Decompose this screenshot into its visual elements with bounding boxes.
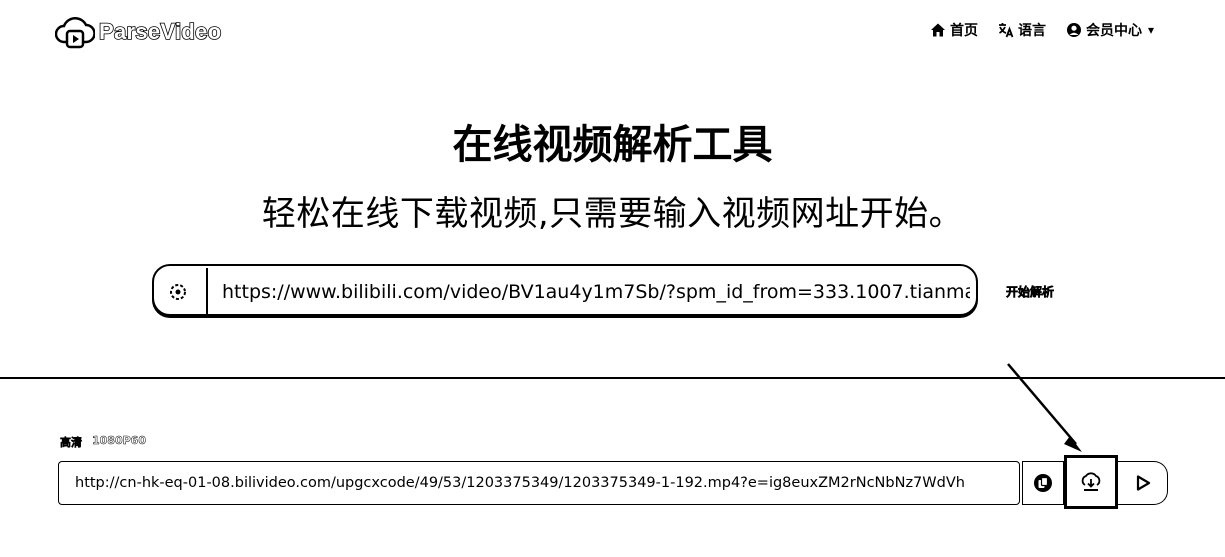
search-divider xyxy=(206,268,208,314)
nav-home[interactable]: 首页 xyxy=(930,20,978,40)
nav-language[interactable]: 语言 xyxy=(998,20,1046,40)
parse-button[interactable]: 开始解析 xyxy=(980,266,1080,316)
quality-info: 高清 1080P60 xyxy=(60,434,147,450)
brand-name: ParseVideo xyxy=(98,18,222,45)
paste-button[interactable] xyxy=(162,278,194,306)
download-button[interactable] xyxy=(1064,455,1118,509)
resolution-label: 1080P60 xyxy=(92,434,147,448)
brand-logo[interactable]: ParseVideo xyxy=(55,12,222,52)
copy-icon xyxy=(1034,474,1052,492)
download-icon xyxy=(1081,472,1101,491)
clipboard-paste-icon xyxy=(170,284,186,300)
nav-member-center-label: 会员中心 xyxy=(1086,23,1142,39)
copy-button[interactable] xyxy=(1022,461,1064,505)
nav-member-center[interactable]: 会员中心 ▾ xyxy=(1066,20,1154,40)
nav-home-label: 首页 xyxy=(950,23,978,39)
user-icon xyxy=(1067,23,1081,37)
annotation-arrow xyxy=(1007,363,1082,452)
chevron-down-icon: ▾ xyxy=(1148,23,1155,37)
translate-icon xyxy=(999,23,1014,38)
video-url-input[interactable] xyxy=(222,272,970,312)
page-title: 在线视频解析工具 xyxy=(452,122,773,168)
result-url-field[interactable] xyxy=(75,462,1005,504)
page-subtitle: 轻松在线下载视频,只需要输入视频网址开始。 xyxy=(261,194,964,234)
logo-icon xyxy=(55,17,95,49)
play-icon xyxy=(1136,475,1150,491)
play-button[interactable] xyxy=(1118,461,1168,505)
quality-label: 高清 xyxy=(60,436,83,450)
home-icon xyxy=(931,23,945,37)
nav-language-label: 语言 xyxy=(1018,23,1046,39)
top-nav: 首页 语言 会员中心 ▾ xyxy=(930,20,1154,40)
